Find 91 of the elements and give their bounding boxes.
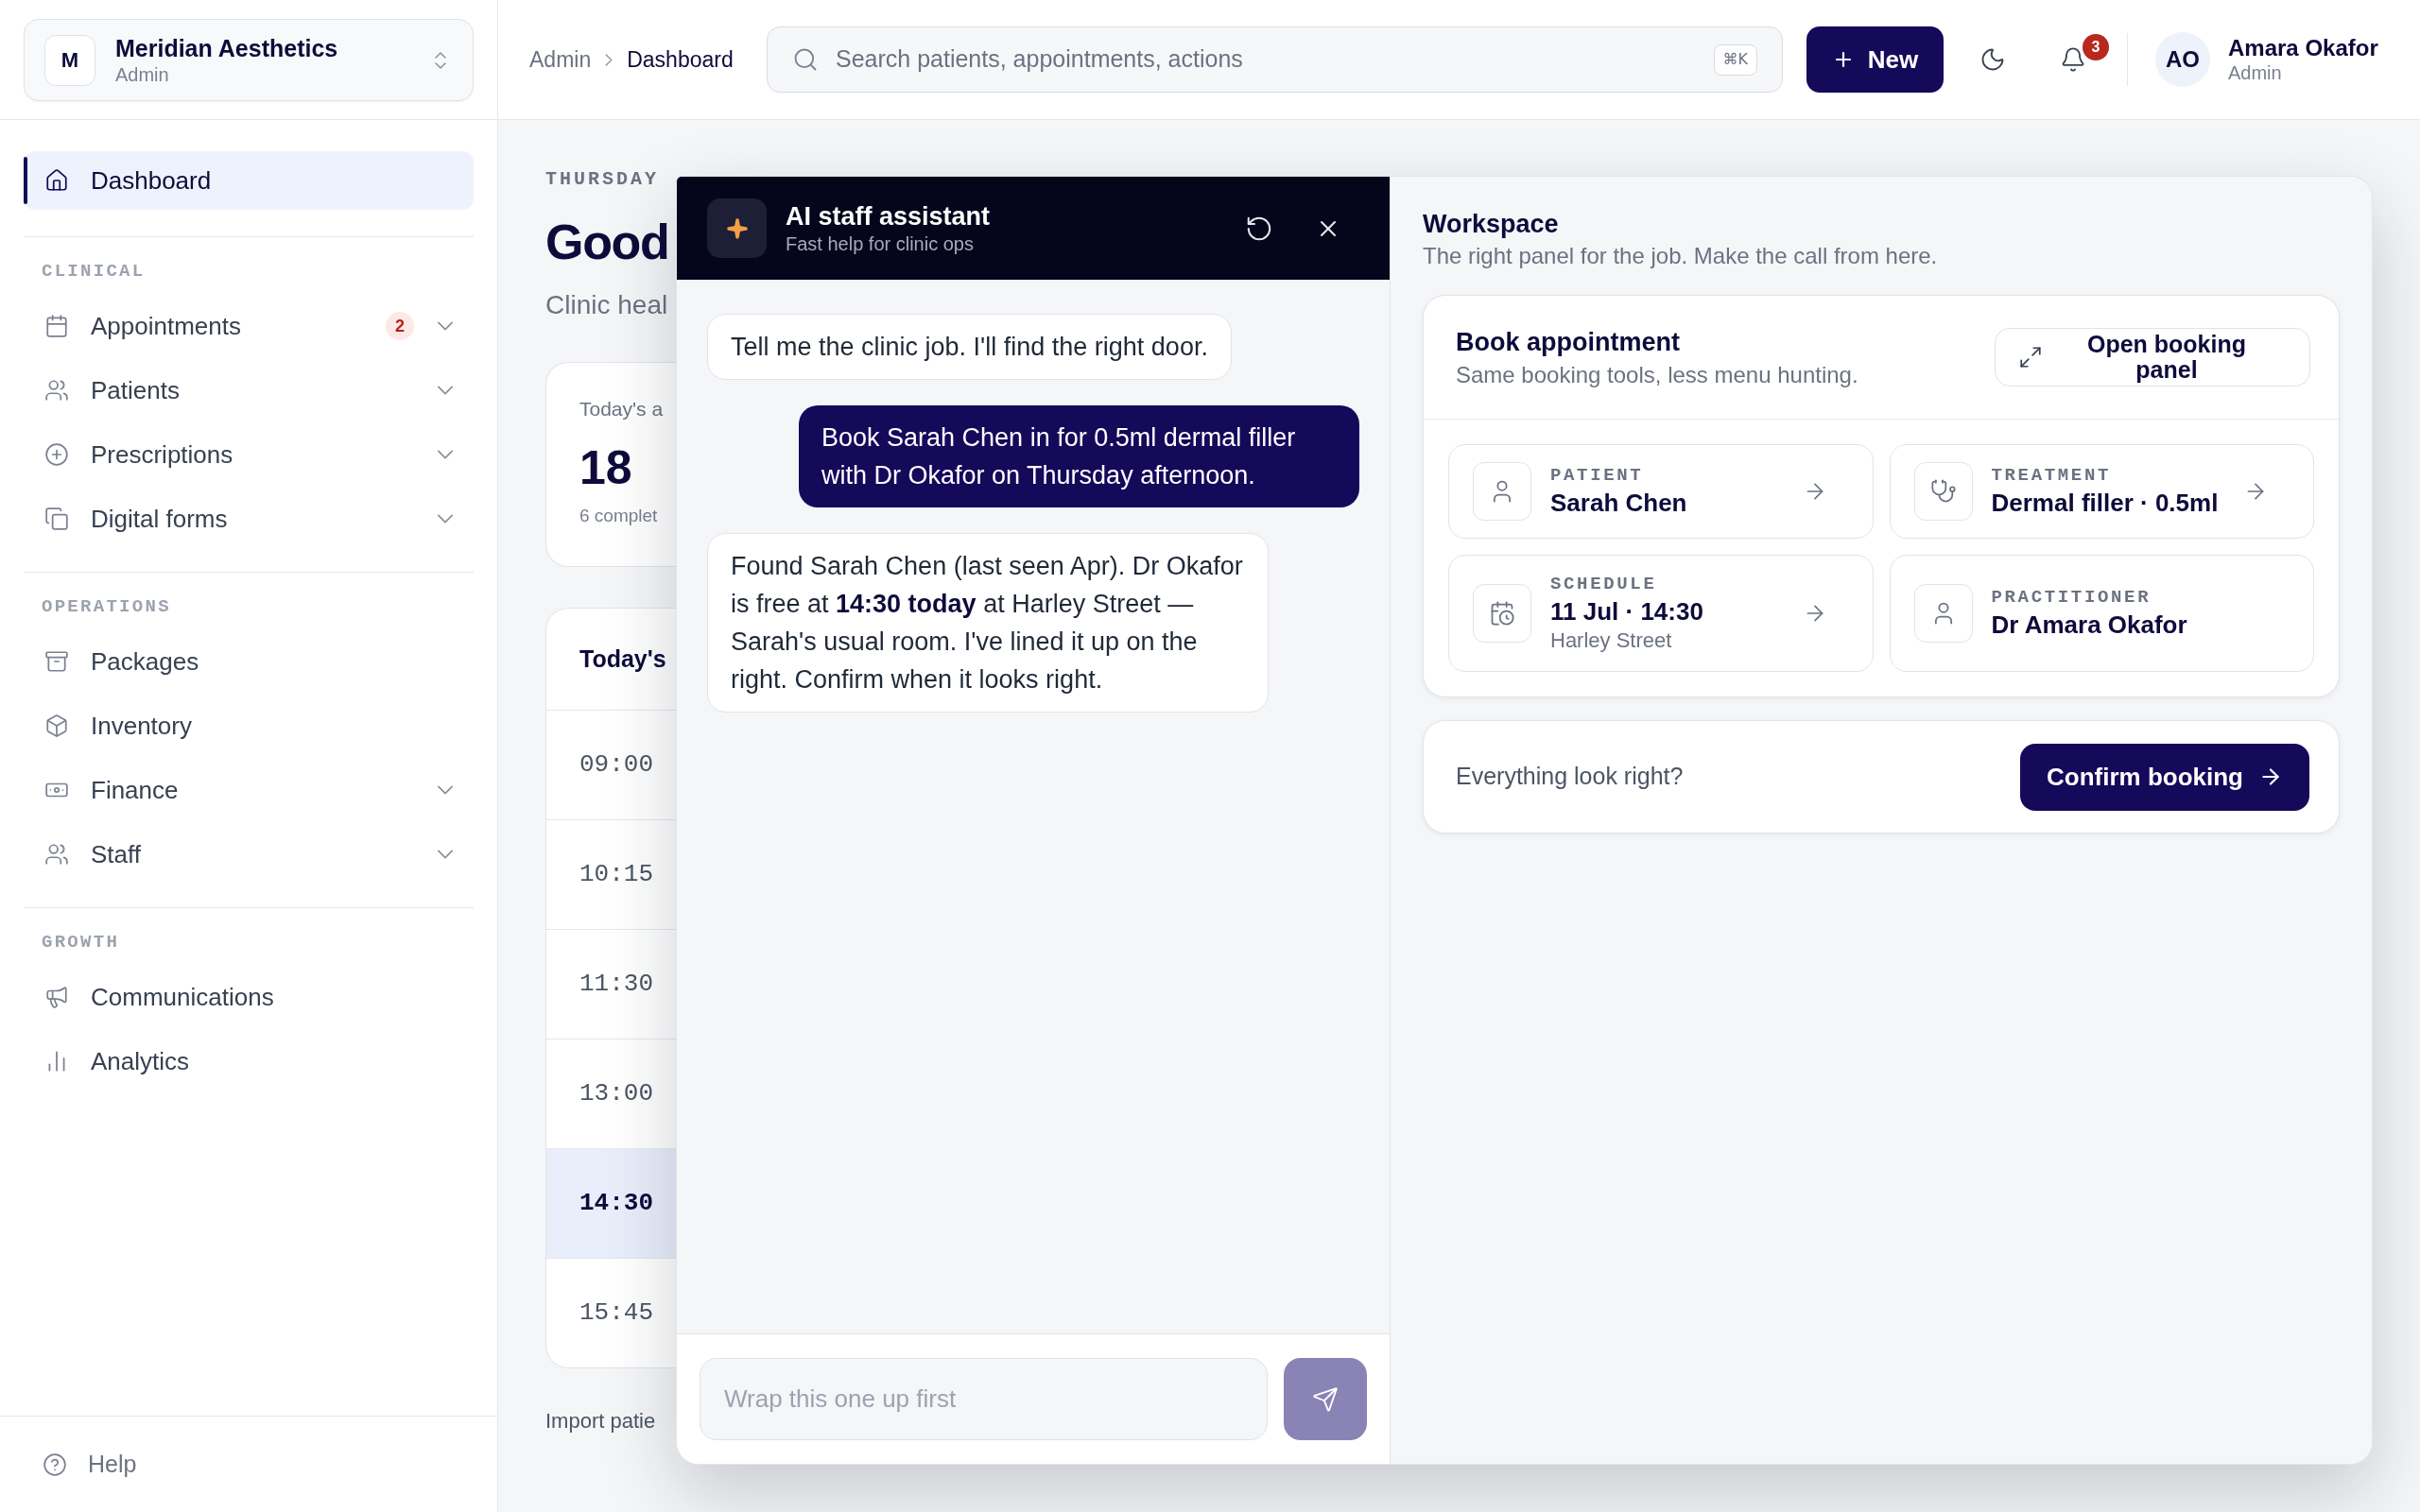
workspace-subtitle: The right panel for the job. Make the call from here. (1423, 243, 1938, 269)
calendar-clock-icon (1473, 584, 1531, 643)
nav-item[interactable]: Appointments 2 (24, 294, 474, 358)
card-subtitle: Same booking tools, less menu hunting. (1456, 362, 1858, 388)
megaphone-icon (44, 985, 69, 1009)
help-icon (43, 1452, 67, 1477)
notification-badge: 3 (2083, 34, 2109, 60)
count-badge: 2 (386, 312, 414, 340)
org-role: Admin (115, 62, 169, 87)
chevron-down-icon (437, 450, 454, 459)
search-field[interactable]: Search patients, appointments, actions ⌘K (767, 26, 1783, 93)
field-label: TREATMENT (1991, 464, 2112, 487)
sparkle-icon (707, 198, 767, 258)
nav-item[interactable]: Analytics (24, 1029, 474, 1093)
date-label: THURSDAY (545, 168, 659, 191)
confirm-prompt: Everything look right? (1456, 762, 1684, 792)
field-value: Sarah Chen (1550, 488, 1687, 519)
chevron-down-icon (437, 850, 454, 859)
search-icon (792, 46, 819, 73)
nav-item[interactable]: Digital forms (24, 487, 474, 551)
stat-note: 6 complet (579, 505, 658, 527)
org-switcher[interactable]: M Meridian Aesthetics Admin (24, 19, 474, 101)
person-icon (1473, 462, 1531, 521)
nav-item[interactable]: Patients (24, 358, 474, 422)
search-input[interactable]: Search patients, appointments, actions (836, 42, 1714, 77)
field-detail: Harley Street (1550, 627, 1672, 654)
chevron-down-icon (437, 785, 454, 795)
breadcrumb-current: Dashboard (627, 45, 734, 74)
org-name: Meridian Aesthetics (115, 33, 338, 62)
chevron-down-icon (437, 514, 454, 524)
card-title: Book appointment (1456, 327, 1680, 358)
nav-item[interactable]: Staff (24, 822, 474, 886)
import-link[interactable]: Import patie (545, 1408, 656, 1435)
moon-icon[interactable] (1979, 46, 2006, 73)
nav-item[interactable]: Prescriptions (24, 422, 474, 487)
field-label: PATIENT (1550, 464, 1644, 487)
stat-label: Today's a (579, 397, 664, 421)
nav-item[interactable]: Packages (24, 629, 474, 694)
send-icon (1312, 1385, 1339, 1413)
help-link[interactable]: Help (43, 1446, 137, 1483)
plus-circle-icon (44, 442, 69, 467)
schedule-title: Today's (579, 644, 666, 674)
message-input[interactable]: Wrap this one up first (700, 1358, 1268, 1440)
bell-icon[interactable] (2060, 46, 2086, 73)
detail-tile[interactable]: PATIENT Sarah Chen (1448, 444, 1874, 539)
field-value: Dermal filler · 0.5ml (1991, 488, 2219, 519)
home-icon (44, 168, 69, 193)
copy-icon (44, 507, 69, 531)
people-icon (44, 842, 69, 867)
chevron-down-icon (437, 321, 454, 331)
assistant-title: AI staff assistant (786, 200, 991, 232)
workspace-title: Workspace (1423, 209, 1559, 240)
greeting-heading: Good (545, 214, 669, 270)
user-name: Amara Okafor (2228, 34, 2378, 61)
assistant-message: Tell me the clinic job. I'll find the right door. (707, 314, 1232, 380)
org-logo: M (44, 34, 95, 86)
calendar-icon (44, 314, 69, 338)
nav-item[interactable]: Dashboard (24, 151, 474, 210)
expand-icon (2018, 345, 2043, 369)
field-value: 11 Jul · 14:30 (1550, 596, 1703, 627)
chevron-down-icon (437, 386, 454, 395)
nav-item[interactable]: Inventory (24, 694, 474, 758)
person-icon (1913, 584, 1973, 643)
nav-item[interactable]: Finance (24, 758, 474, 822)
section-heading: OPERATIONS (42, 595, 171, 618)
nav-item[interactable]: Communications (24, 965, 474, 1029)
new-button[interactable]: New (1806, 26, 1944, 93)
user-role: Admin (2228, 61, 2282, 85)
section-heading: CLINICAL (42, 260, 146, 283)
time-slot[interactable]: 14:30 (546, 1148, 676, 1258)
assistant-subtitle: Fast help for clinic ops (786, 232, 974, 256)
archive-icon (44, 649, 69, 674)
detail-tile[interactable]: SCHEDULE 11 Jul · 14:30 Harley Street (1448, 555, 1874, 672)
section-heading: GROWTH (42, 931, 120, 954)
breadcrumb-link[interactable]: Admin (529, 43, 592, 77)
chevron-right-icon (605, 53, 614, 66)
detail-tile[interactable]: TREATMENT Dermal filler · 0.5ml (1889, 444, 2314, 539)
field-label: PRACTITIONER (1991, 586, 2152, 609)
page-subtitle: Clinic heal (545, 289, 668, 321)
shortcut-hint: ⌘K (1713, 43, 1757, 76)
assistant-message: Found Sarah Chen (last seen Apr). Dr Okafor is free at 14:30 today at Harley Street — Sarah's usual room. I've lined it up on the right. Confirm when it looks right. (707, 533, 1269, 713)
people-icon (44, 378, 69, 403)
open-panel-button[interactable]: Open booking panel (1995, 328, 2310, 387)
user-message: Book Sarah Chen in for 0.5ml dermal filler with Dr Okafor on Thursday afternoon. (799, 405, 1359, 507)
field-label: SCHEDULE (1550, 573, 1657, 595)
user-avatar[interactable]: AO (2155, 32, 2210, 87)
field-value: Dr Amara Okafor (1991, 610, 2187, 641)
cube-icon (44, 713, 69, 738)
stethoscope-icon (1913, 462, 1973, 521)
stat-value: 18 (579, 441, 632, 494)
confirm-button[interactable]: Confirm booking (2020, 743, 2309, 811)
